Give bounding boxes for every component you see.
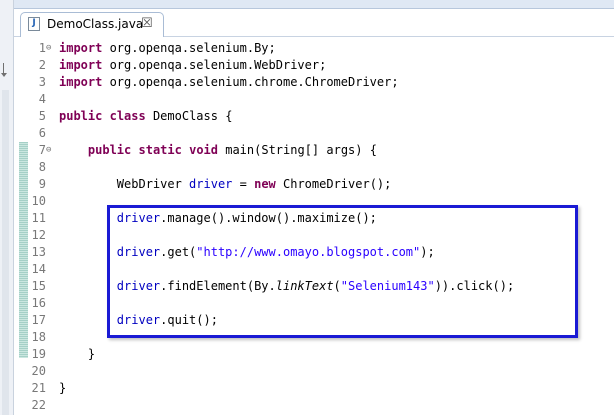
code-line[interactable]: 9 WebDriver driver = new ChromeDriver(); xyxy=(14,176,614,193)
code-token: main(String[] args) { xyxy=(218,143,377,157)
line-number: 16 xyxy=(31,296,46,310)
line-number: 20 xyxy=(31,364,46,378)
close-icon[interactable]: ☒ xyxy=(141,16,153,32)
line-number: 8 xyxy=(38,160,46,174)
code-line[interactable]: 4 xyxy=(14,91,614,108)
code-text: public static void main(String[] args) { xyxy=(59,142,377,159)
highlight-annotation-box xyxy=(107,205,578,338)
code-token: import xyxy=(59,41,103,55)
code-text: } xyxy=(59,346,95,363)
code-token: WebDriver xyxy=(59,177,190,191)
code-token: import xyxy=(59,58,103,72)
line-number: 2 xyxy=(38,58,46,72)
line-number: 11 xyxy=(31,211,46,225)
code-text: } xyxy=(59,380,66,397)
code-token: public xyxy=(87,143,132,157)
code-token: public xyxy=(59,109,103,123)
code-line[interactable]: 21} xyxy=(14,380,614,397)
code-text: import org.openqa.selenium.chrome.Chrome… xyxy=(59,74,399,91)
line-number: 19 xyxy=(31,347,46,361)
java-file-icon: J xyxy=(28,17,40,31)
line-number: 1 xyxy=(38,41,46,55)
code-token: new xyxy=(254,177,276,191)
fold-toggle-icon[interactable]: ⊖ xyxy=(46,142,52,159)
left-panel-strip xyxy=(0,0,14,415)
line-number: 22 xyxy=(31,398,46,412)
tab-title: DemoClass.java xyxy=(47,17,144,31)
code-line[interactable]: 22 xyxy=(14,397,614,414)
line-number: 5 xyxy=(38,109,46,123)
code-token: } xyxy=(59,381,67,395)
code-line[interactable]: 5 public class DemoClass { xyxy=(14,108,614,125)
line-number: 15 xyxy=(31,279,46,293)
code-token: import xyxy=(59,75,103,89)
line-number: 18 xyxy=(31,330,46,344)
java-file-icon-letter: J xyxy=(32,18,36,28)
line-number: 9 xyxy=(38,177,46,191)
line-number: 21 xyxy=(31,381,46,395)
code-token: ChromeDriver(); xyxy=(275,177,392,191)
fold-toggle-icon[interactable]: ⊖ xyxy=(46,40,52,57)
code-text: WebDriver driver = new ChromeDriver(); xyxy=(59,176,392,193)
code-token: org.openqa.selenium.WebDriver; xyxy=(102,58,327,72)
code-line[interactable]: 19 } xyxy=(14,346,614,363)
code-token: class xyxy=(109,109,146,123)
code-line[interactable]: 7 ⊖ public static void main(String[] args… xyxy=(14,142,614,159)
line-number: 7 xyxy=(38,143,46,157)
left-panel-scrollbar[interactable] xyxy=(2,90,9,415)
code-token: driver xyxy=(189,177,233,191)
code-line[interactable]: 8 xyxy=(14,159,614,176)
code-line[interactable]: 2 import org.openqa.selenium.WebDriver; xyxy=(14,57,614,74)
line-number: 3 xyxy=(38,75,46,89)
code-line[interactable]: 20 xyxy=(14,363,614,380)
code-line[interactable]: 6 xyxy=(14,125,614,142)
code-token: org.openqa.selenium.By; xyxy=(102,41,276,55)
line-number: 13 xyxy=(31,245,46,259)
window-top-strip xyxy=(0,0,614,9)
code-text: import org.openqa.selenium.WebDriver; xyxy=(59,57,326,74)
editor-tab-bar: J DemoClass.java ☒ xyxy=(14,9,614,37)
code-token: static xyxy=(138,143,182,157)
code-token: org.openqa.selenium.chrome.ChromeDriver; xyxy=(102,75,399,89)
code-line[interactable]: 3 import org.openqa.selenium.chrome.Chrom… xyxy=(14,74,614,91)
line-number: 6 xyxy=(38,126,46,140)
code-token: } xyxy=(59,347,96,361)
code-token: void xyxy=(189,143,218,157)
line-number: 4 xyxy=(38,92,46,106)
tab-democlass-java[interactable]: J DemoClass.java ☒ xyxy=(20,12,164,37)
line-number: 17 xyxy=(31,313,46,327)
line-number: 14 xyxy=(31,262,46,276)
code-line[interactable]: 1 ⊖ import org.openqa.selenium.By; xyxy=(14,40,614,57)
code-text: public class DemoClass { xyxy=(59,108,232,125)
line-number: 12 xyxy=(31,228,46,242)
code-text: import org.openqa.selenium.By; xyxy=(59,40,276,57)
code-token: DemoClass { xyxy=(145,109,233,123)
line-number: 10 xyxy=(31,194,46,208)
code-token: = xyxy=(232,177,255,191)
arrow-down-icon[interactable] xyxy=(1,63,7,79)
